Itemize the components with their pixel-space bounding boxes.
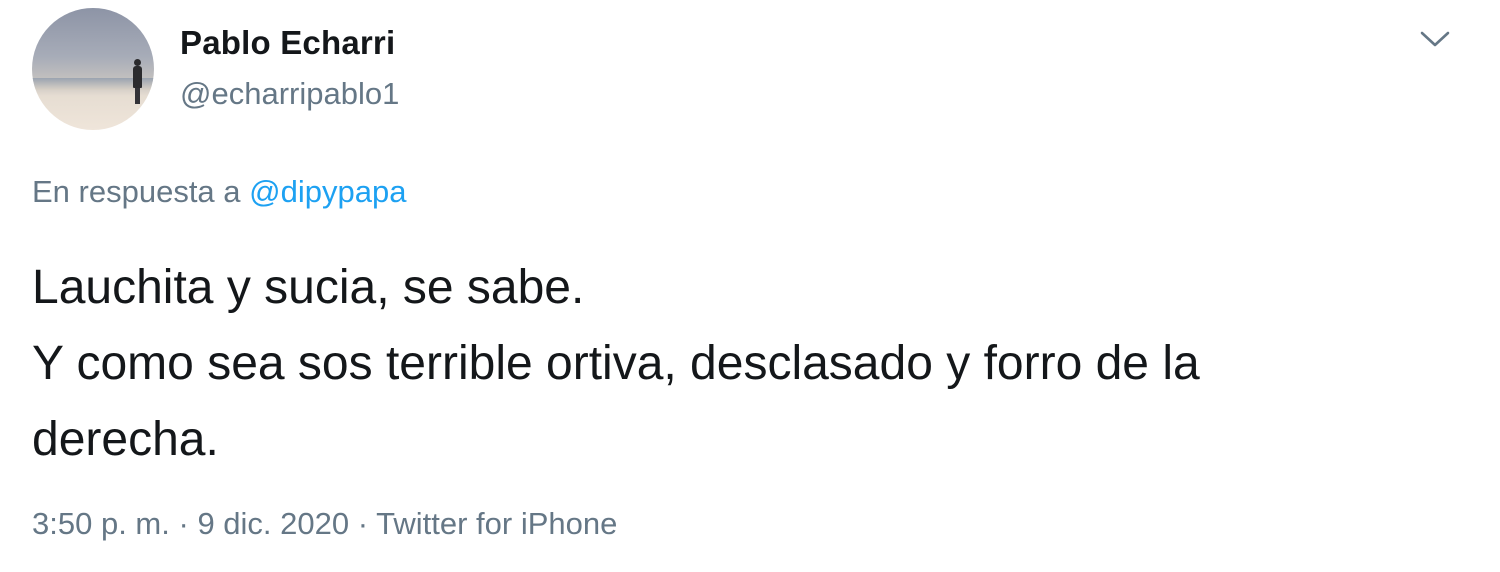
author-avatar[interactable] <box>32 8 154 130</box>
tweet-date[interactable]: 9 dic. 2020 <box>197 506 349 541</box>
tweet-text-line: derecha. <box>32 413 219 466</box>
tweet-card: Pablo Echarri @echarripablo1 En respuest… <box>0 0 1500 572</box>
reply-context: En respuesta a @dipypapa <box>32 174 406 210</box>
reply-mention-link[interactable]: @dipypapa <box>249 174 406 209</box>
tweet-time[interactable]: 3:50 p. m. <box>32 506 170 541</box>
tweet-text: Lauchita y sucia, se sabe. Y como sea so… <box>32 250 1472 478</box>
chevron-down-icon[interactable] <box>1418 28 1452 50</box>
author-name[interactable]: Pablo Echarri <box>180 24 395 62</box>
author-handle[interactable]: @echarripablo1 <box>180 76 399 112</box>
avatar-figure-body <box>133 66 142 88</box>
reply-prefix: En respuesta a <box>32 174 241 209</box>
avatar-figure-head <box>134 59 141 66</box>
tweet-text-line: Y como sea sos terrible ortiva, desclasa… <box>32 337 1200 390</box>
meta-separator: · <box>357 506 369 541</box>
tweet-source-link[interactable]: Twitter for iPhone <box>376 506 617 541</box>
avatar-figure-legs <box>135 88 140 104</box>
meta-separator: · <box>178 506 189 541</box>
tweet-meta: 3:50 p. m. · 9 dic. 2020 · Twitter for i… <box>32 506 617 542</box>
tweet-text-line: Lauchita y sucia, se sabe. <box>32 261 585 314</box>
